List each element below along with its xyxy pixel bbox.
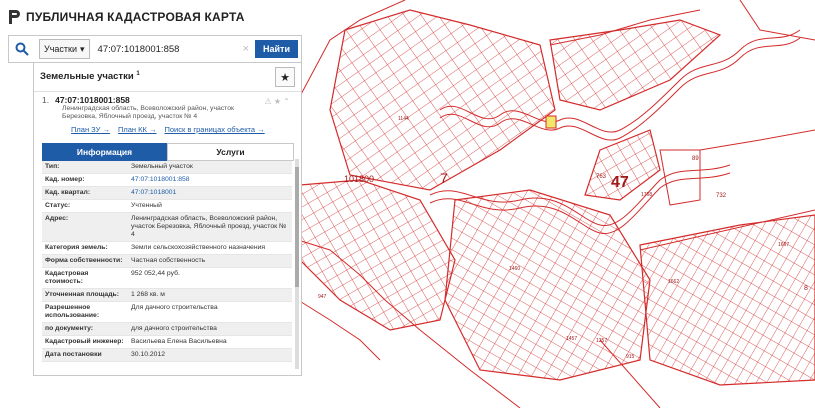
table-row: Уточненная площадь: 1 268 кв. м (42, 289, 292, 302)
link-plan-kk[interactable]: План КК → (118, 125, 157, 134)
row-label: Уточненная площадь: (45, 291, 119, 298)
map-label-763: 763 (596, 174, 607, 180)
result-address: Ленинградская область, Всеволожский райо… (62, 105, 234, 120)
table-row: Разрешенное использование: Для дачного ст… (42, 302, 292, 323)
map-label-89: 89 (692, 156, 699, 162)
info-tabs: Информация Услуги (42, 143, 294, 161)
row-label: Дата постановки (45, 351, 102, 358)
row-value: Для дачного строительства (131, 304, 218, 311)
table-row: Категория земель: Земли сельскохозяйствен… (42, 242, 292, 255)
row-value: 1 268 кв. м (131, 291, 165, 298)
search-input[interactable]: 47:07:1018001:858 (98, 44, 243, 55)
row-label: Форма собственности: (45, 257, 123, 264)
row-label: Кадастровая стоимость: (45, 270, 89, 285)
link-plan-zu[interactable]: План ЗУ → (71, 125, 110, 134)
table-row: Кадастровый инженер: Васильева Елена Васи… (42, 336, 292, 349)
scrollbar-thumb[interactable] (295, 167, 299, 287)
map-label-1768: 1768 (641, 192, 652, 198)
result-title-line: 1. 47:07:1018001:858 (42, 95, 294, 105)
search-bar: Участки ▾ 47:07:1018001:858 × Найти (8, 35, 302, 63)
table-row: Тип: Земельный участок (42, 161, 292, 174)
row-value: 952 052,44 руб. (131, 270, 180, 277)
row-label: Категория земель: (45, 244, 108, 251)
table-row: Кад. квартал: 47:07:1018001 (42, 187, 292, 200)
info-table: Тип: Земельный участок Кад. номер: 47:07:1… (42, 161, 292, 362)
selected-parcel[interactable] (545, 115, 557, 129)
row-value-link[interactable]: 47:07:1018001:858 (128, 174, 292, 186)
map-label-101800: 101800 (344, 174, 374, 184)
map-label-7: 7 (440, 170, 448, 186)
map-label-47: 47 (611, 174, 629, 191)
panel-title-text: Земельные участки (40, 71, 134, 83)
table-row: Форма собственности: Частная собственност… (42, 255, 292, 268)
search-type-select[interactable]: Участки ▾ (39, 39, 90, 59)
map-label-8: 8 (804, 285, 808, 292)
result-item[interactable]: 1. 47:07:1018001:858 Ленинградская облас… (42, 95, 294, 134)
clear-icon[interactable]: × (243, 43, 249, 55)
panel-scrollbar[interactable] (295, 159, 299, 369)
panel-title: Земельные участки 1 (40, 71, 140, 82)
map-label-1460: 1460 (509, 266, 520, 272)
map-label-1144: 1144 (398, 116, 409, 122)
table-row: по документу: для дачного строительства (42, 323, 292, 336)
row-value: Васильева Елена Васильевна (131, 338, 227, 345)
result-count: 1 (136, 71, 140, 78)
app-header: ПУБЛИЧНАЯ КАДАСТРОВАЯ КАРТА (8, 8, 245, 26)
link-search-bounds[interactable]: Поиск в границах объекта → (164, 125, 264, 134)
star-icon[interactable]: ★ (275, 67, 295, 87)
row-value: Частная собственность (131, 257, 206, 264)
row-label: Кад. квартал: (45, 189, 91, 196)
result-action-icons[interactable]: ⚠ ★ ⌃ (265, 97, 291, 106)
map-label-1667: 1667 (778, 242, 789, 248)
map-label-915: 915 (626, 354, 635, 360)
logo-icon (8, 9, 20, 25)
search-icon[interactable] (9, 37, 35, 61)
tab-services[interactable]: Услуги (167, 143, 294, 161)
table-row: Дата постановки 30.10.2012 (42, 349, 292, 362)
map-label-1457: 1457 (566, 336, 577, 342)
row-value: для дачного строительства (131, 325, 217, 332)
parcel-clusters (299, 9, 815, 386)
row-label: Тип: (45, 163, 60, 170)
panel-header: Земельные участки 1 ★ (34, 63, 301, 92)
table-row: Кад. номер: 47:07:1018001:858 (42, 174, 292, 187)
result-cad-number[interactable]: 47:07:1018001:858 (55, 95, 130, 105)
result-index: 1. (42, 95, 50, 105)
row-value: Земельный участок (131, 163, 193, 170)
row-value: 30.10.2012 (131, 351, 166, 358)
row-label: Адрес: (45, 215, 69, 222)
table-row: Кадастровая стоимость: 952 052,44 руб. (42, 268, 292, 289)
map-label-732: 732 (716, 193, 727, 199)
map-label-1357: 1357 (596, 338, 607, 344)
search-type-label: Участки (44, 44, 77, 54)
row-value: Ленинградская область, Всеволожский райо… (131, 215, 287, 238)
row-value: Земли сельскохозяйственного назначения (131, 244, 266, 251)
map-label-1662: 1662 (668, 279, 679, 285)
row-label: по документу: (45, 325, 94, 332)
map-label-947: 947 (318, 294, 327, 300)
result-links: План ЗУ → План КК → Поиск в границах объ… (71, 125, 294, 134)
row-label: Разрешенное использование: (45, 304, 100, 319)
chevron-down-icon: ▾ (80, 43, 85, 54)
results-panel: Земельные участки 1 ★ 1. 47:07:1018001:8… (33, 62, 302, 376)
row-value: Учтенный (131, 202, 162, 209)
row-value-link[interactable]: 47:07:1018001 (128, 187, 292, 199)
row-label: Кадастровый инженер: (45, 338, 124, 345)
row-label: Кад. номер: (45, 176, 85, 183)
page-title: ПУБЛИЧНАЯ КАДАСТРОВАЯ КАРТА (26, 10, 245, 24)
row-label: Статус: (45, 202, 71, 209)
table-row: Адрес: Ленинградская область, Всеволожски… (42, 213, 292, 242)
find-button[interactable]: Найти (255, 40, 298, 58)
tab-information[interactable]: Информация (42, 143, 167, 161)
table-row: Статус: Учтенный (42, 200, 292, 213)
